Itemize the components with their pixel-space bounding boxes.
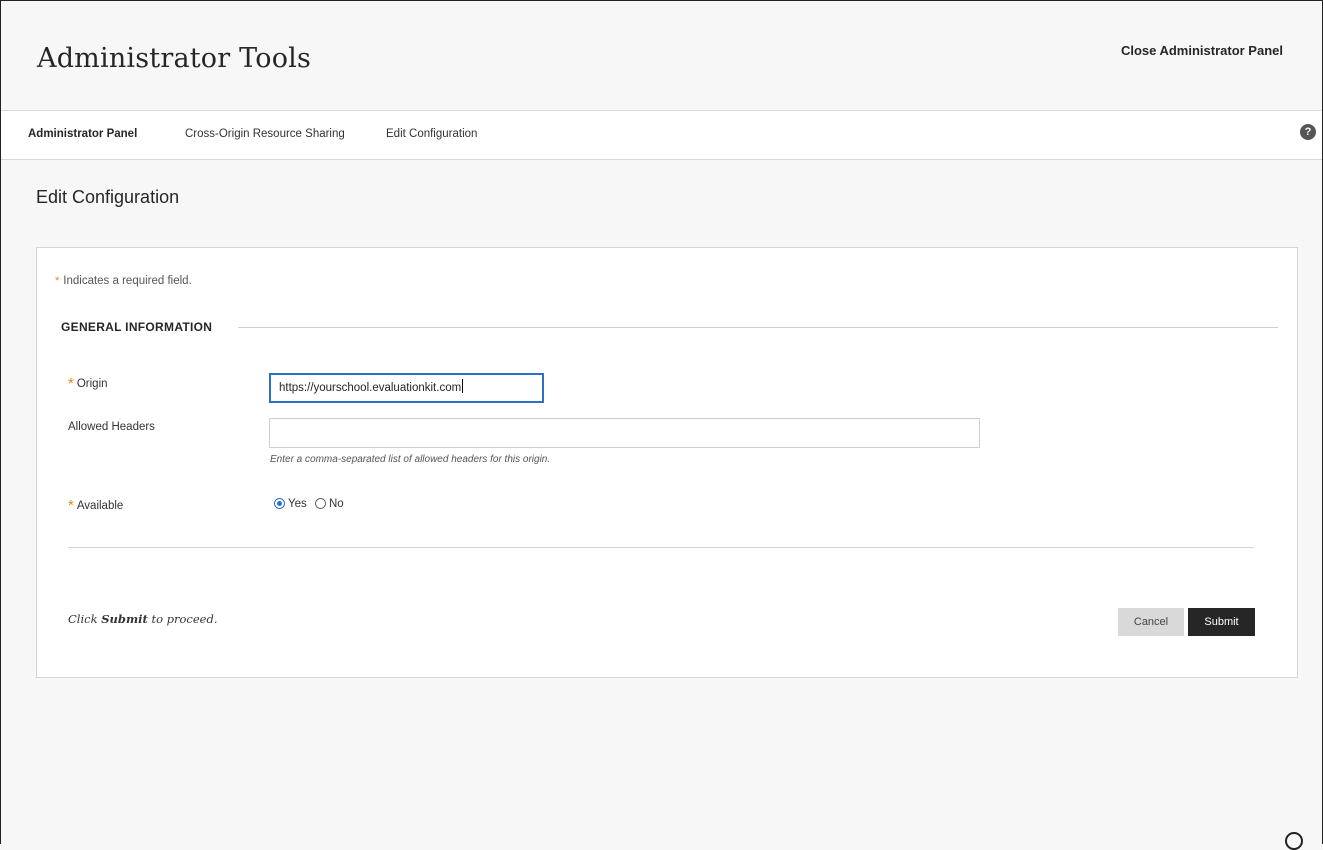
allowed-headers-label: Allowed Headers [68,421,155,433]
circle-icon[interactable] [1285,832,1303,850]
available-yes-radio[interactable] [274,498,285,509]
required-asterisk-icon: * [68,497,74,514]
available-yes-label[interactable]: Yes [288,498,307,510]
close-admin-panel-link[interactable]: Close Administrator Panel [1121,43,1283,58]
question-circle-icon[interactable]: ? [1300,124,1316,140]
allowed-headers-hint: Enter a comma-separated list of allowed … [270,454,551,465]
available-label: * Available [68,497,124,514]
form-divider [68,547,1254,548]
admin-header: Administrator Tools Close Administrator … [1,1,1322,111]
breadcrumb-item-administrator-panel[interactable]: Administrator Panel [28,128,137,140]
required-note-text: Indicates a required field. [63,275,192,287]
proceed-instruction: Click Submit to proceed. [68,612,218,626]
cancel-button[interactable]: Cancel [1118,608,1184,636]
text-cursor [462,379,464,393]
origin-label: * Origin [68,375,108,392]
app-title: Administrator Tools [37,43,312,74]
breadcrumb: Administrator Panel Cross-Origin Resourc… [1,111,1322,160]
available-no-radio[interactable] [314,498,326,509]
breadcrumb-item-edit-configuration: Edit Configuration [386,128,478,140]
section-divider [238,327,1278,328]
breadcrumb-item-cors[interactable]: Cross-Origin Resource Sharing [185,128,345,140]
form-panel: * Indicates a required field. GENERAL INF… [36,247,1298,678]
submit-button[interactable]: Submit [1188,608,1255,636]
required-asterisk-icon: * [55,275,60,287]
available-radio-group: Yes No [274,498,349,510]
origin-input[interactable]: https://yourschool.evaluationkit.com [269,373,544,403]
section-title: GENERAL INFORMATION [61,320,213,334]
allowed-headers-input[interactable] [269,418,980,448]
available-no-label[interactable]: No [329,498,344,510]
page-title: Edit Configuration [36,187,180,207]
required-field-note: * Indicates a required field. [55,275,192,287]
required-asterisk-icon: * [68,375,74,392]
